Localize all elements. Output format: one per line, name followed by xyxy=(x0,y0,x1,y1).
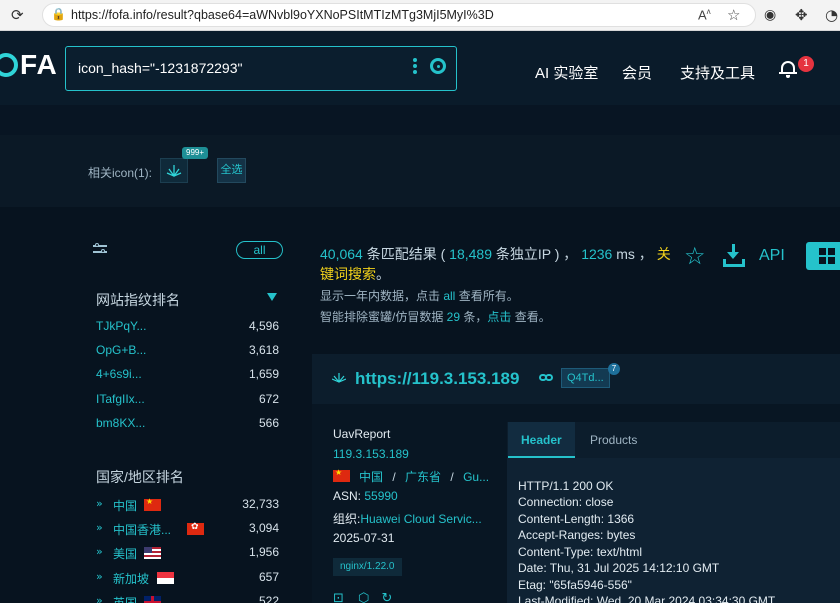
lock-icon[interactable]: 🔒 xyxy=(51,7,66,21)
spacer-band xyxy=(0,105,840,135)
result-date: 2025-07-31 xyxy=(333,531,395,545)
cube-icon[interactable]: ⬡ xyxy=(358,591,369,603)
chevron-double-right-icon: » xyxy=(96,594,103,603)
flag-china-icon xyxy=(144,497,161,511)
more-options-icon[interactable] xyxy=(412,57,418,77)
fingerprint-item[interactable]: ITafgIIx... 672 xyxy=(96,392,279,410)
profile-icon[interactable]: ◔ xyxy=(825,6,838,24)
fingerprint-item[interactable]: bm8KX... 566 xyxy=(96,416,279,434)
filter-settings-icon[interactable] xyxy=(93,243,107,256)
honeypot-note: 智能排除蜜罐/仿冒数据 29 条，点击 查看。 xyxy=(320,310,551,324)
result-location: 中国 / 广东省 / Gu... xyxy=(333,468,489,485)
screenshot-icon[interactable]: ⊡ xyxy=(333,591,344,603)
search-icon[interactable] xyxy=(430,58,446,74)
header-line: HTTP/1.1 200 OK xyxy=(518,479,614,493)
logo-ring-icon xyxy=(0,53,18,77)
date-range-note: 显示一年内数据，点击 all 查看所有。 xyxy=(320,289,519,303)
filter-funnel-icon[interactable] xyxy=(267,293,277,301)
country-item-china[interactable]: » 中国 32,733 xyxy=(96,497,279,515)
nav-support-tools[interactable]: 支持及工具 xyxy=(680,62,755,83)
fofa-logo[interactable]: FA xyxy=(0,49,58,81)
refresh-icon[interactable]: ⟳ xyxy=(11,6,24,24)
header-line: Content-Length: 1366 xyxy=(518,512,635,526)
org-link[interactable]: Huawei Cloud Servic... xyxy=(360,512,481,526)
result-asn: ASN: 55990 xyxy=(333,489,398,503)
flag-singapore-icon xyxy=(157,572,174,584)
all-toggle[interactable]: all xyxy=(236,241,283,259)
chevron-double-right-icon: » xyxy=(96,545,103,558)
results-summary: 40,064 条匹配结果 ( 18,489 条独立IP ) ， 1236 ms … xyxy=(320,246,671,282)
fingerprint-rank-title: 网站指纹排名 xyxy=(96,292,180,308)
result-org: 组织:Huawei Cloud Servic... xyxy=(333,512,482,526)
country-item-uk[interactable]: » 英国 522 xyxy=(96,594,279,603)
nav-membership[interactable]: 会员 xyxy=(622,62,652,83)
related-icon-thumbnail[interactable] xyxy=(160,158,188,183)
favorite-star-icon[interactable]: ☆ xyxy=(684,244,706,268)
top-bar: FA icon_hash="-1231872293" AI 实验室 会员 支持及… xyxy=(0,31,840,105)
flag-hongkong-icon xyxy=(187,522,204,535)
result-title: UavReport xyxy=(333,427,391,441)
server-tag[interactable]: nginx/1.22.0 xyxy=(333,558,402,576)
favicon-icon xyxy=(166,165,182,178)
result-action-icons: ⊡ ⬡ ↻ xyxy=(333,591,392,603)
view-excluded-link[interactable]: 点击 xyxy=(487,310,511,324)
result-tabs: Header Products xyxy=(507,422,840,458)
read-aloud-icon[interactable]: Aʌ xyxy=(698,7,711,22)
refresh-icon[interactable]: ↻ xyxy=(382,591,393,603)
result-card-header: https://119.3.153.189 Q4Td... 7 xyxy=(312,354,840,404)
location-country-link[interactable]: 中国 xyxy=(359,470,383,484)
country-item-usa[interactable]: » 美国 1,956 xyxy=(96,545,279,563)
header-line: Accept-Ranges: bytes xyxy=(518,528,636,542)
location-province-link[interactable]: 广东省 xyxy=(405,470,441,484)
grid-view-icon[interactable] xyxy=(806,242,840,270)
select-all-button[interactable]: 全选 xyxy=(217,158,246,183)
favorite-icon[interactable]: ☆ xyxy=(727,6,740,24)
tab-header[interactable]: Header xyxy=(508,422,575,458)
country-item-singapore[interactable]: » 新加坡 657 xyxy=(96,570,279,588)
extensions-icon[interactable]: ✥ xyxy=(795,6,808,24)
flag-uk-icon xyxy=(144,596,161,603)
fingerprint-item[interactable]: 4+6s9i... 1,659 xyxy=(96,367,279,385)
header-line: Content-Type: text/html xyxy=(518,545,643,559)
chevron-double-right-icon: » xyxy=(96,570,103,583)
location-city-link[interactable]: Gu... xyxy=(463,470,489,484)
address-bar[interactable]: 🔒 https://fofa.info/result?qbase64=aWNvb… xyxy=(42,3,756,27)
result-host-link[interactable]: https://119.3.153.189 xyxy=(355,369,519,389)
tab-products[interactable]: Products xyxy=(577,422,650,458)
nav-ai-lab[interactable]: AI 实验室 xyxy=(535,62,598,83)
search-box[interactable]: icon_hash="-1231872293" xyxy=(65,46,457,91)
flag-china-icon xyxy=(333,468,350,482)
flag-usa-icon xyxy=(144,547,161,559)
result-ip-link[interactable]: 119.3.153.189 xyxy=(333,447,409,461)
api-button[interactable]: API xyxy=(759,247,785,265)
related-icons-label: 相关icon(1): xyxy=(88,166,153,180)
search-input[interactable]: icon_hash="-1231872293" xyxy=(78,60,242,76)
chevron-double-right-icon: » xyxy=(96,497,103,510)
bell-icon[interactable] xyxy=(779,59,797,78)
download-icon[interactable] xyxy=(722,244,746,268)
browser-toolbar: ⟳ 🔒 https://fofa.info/result?qbase64=aWN… xyxy=(0,0,840,31)
browser-essentials-icon[interactable]: ◉ xyxy=(764,6,776,24)
chevron-double-right-icon: » xyxy=(96,521,103,534)
url-text[interactable]: https://fofa.info/result?qbase64=aWNvbl9… xyxy=(71,8,494,22)
header-line: Date: Thu, 31 Jul 2025 14:12:10 GMT xyxy=(518,561,720,575)
asn-link[interactable]: 55990 xyxy=(364,489,397,503)
fingerprint-tag[interactable]: Q4Td... xyxy=(561,368,610,388)
link-icon[interactable] xyxy=(539,373,553,383)
header-line: Last-Modified: Wed, 20 Mar 2024 03:34:30… xyxy=(518,594,776,603)
header-line: Connection: close xyxy=(518,495,614,509)
country-item-hongkong[interactable]: » 中国香港... 3,094 xyxy=(96,521,279,539)
tag-count-badge: 7 xyxy=(608,363,620,375)
site-favicon-icon xyxy=(332,373,346,383)
country-rank-title: 国家/地区排名 xyxy=(96,469,184,485)
notification-badge: 1 xyxy=(798,56,814,72)
fingerprint-item[interactable]: TJkPqY... 4,596 xyxy=(96,319,279,337)
header-line: Etag: "65fa5946-556" xyxy=(518,578,632,592)
fingerprint-item[interactable]: OpG+B... 3,618 xyxy=(96,343,279,361)
view-all-link[interactable]: all xyxy=(443,289,455,303)
icon-count-badge: 999+ xyxy=(182,147,209,159)
